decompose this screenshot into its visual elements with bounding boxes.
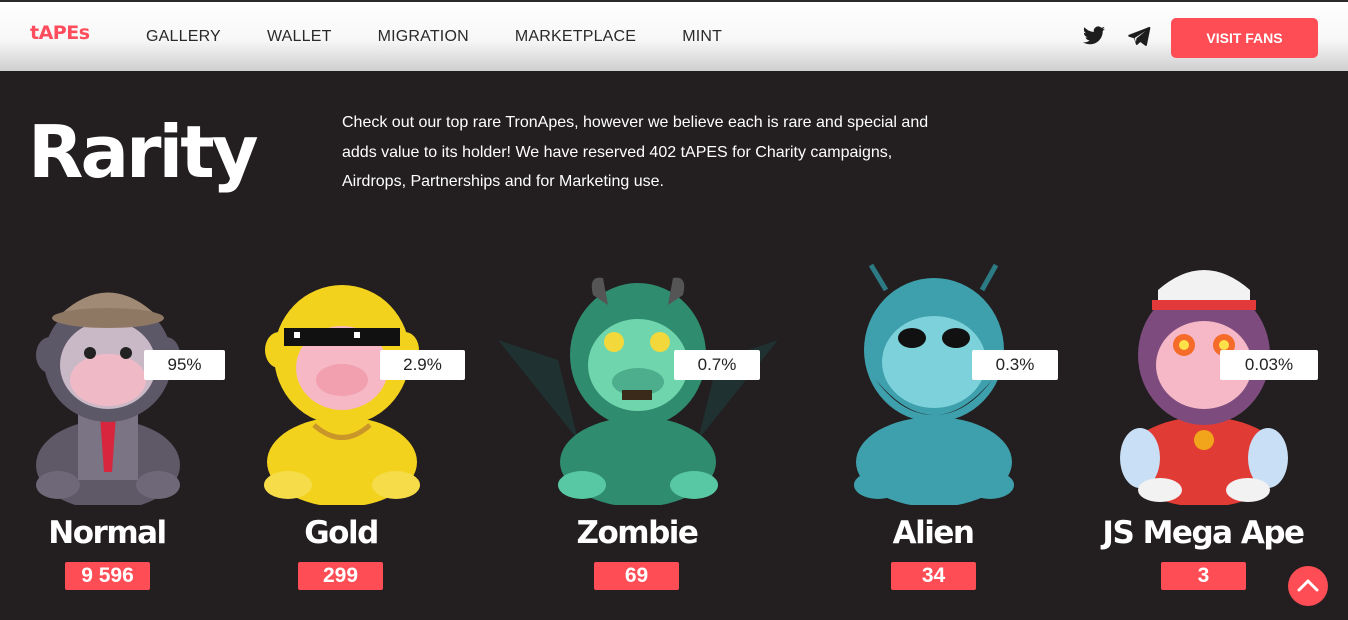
ape-name: Zombie bbox=[576, 515, 699, 551]
ape-card-gold: 2.9% Gold 299 bbox=[234, 250, 484, 595]
ape-card-js-mega-ape: 0.03% JS Mega Ape 3 bbox=[1096, 250, 1346, 595]
nav-link-marketplace[interactable]: MARKETPLACE bbox=[515, 28, 636, 46]
ape-card-zombie: 0.7% Zombie 69 bbox=[498, 250, 778, 595]
ape-name: JS Mega Ape bbox=[1102, 515, 1305, 551]
nav-link-migration[interactable]: MIGRATION bbox=[378, 28, 469, 46]
rarity-description: Check out our top rare TronApes, however… bbox=[342, 114, 929, 190]
ape-count-badge: 69 bbox=[594, 562, 679, 590]
chevron-up-icon bbox=[1297, 579, 1319, 592]
ape-name: Gold bbox=[304, 515, 379, 551]
twitter-icon[interactable] bbox=[1081, 24, 1107, 48]
rarity-percent: 95% bbox=[144, 350, 225, 380]
ape-count-badge: 34 bbox=[891, 562, 976, 590]
nav-link-mint[interactable]: MINT bbox=[682, 28, 722, 46]
rarity-percent: 0.3% bbox=[972, 350, 1058, 380]
visit-fans-button[interactable]: VISIT FANS bbox=[1171, 18, 1318, 58]
telegram-icon[interactable] bbox=[1126, 24, 1152, 48]
nav-link-wallet[interactable]: WALLET bbox=[267, 28, 332, 46]
rarity-percent: 0.7% bbox=[674, 350, 760, 380]
ape-count-badge: 299 bbox=[298, 562, 383, 590]
rarity-percent: 2.9% bbox=[380, 350, 465, 380]
ape-card-alien: 0.3% Alien 34 bbox=[826, 250, 1076, 595]
ape-count-badge: 3 bbox=[1161, 562, 1246, 590]
brand-logo[interactable]: tAPEs bbox=[30, 22, 90, 44]
page-title: Rarity bbox=[28, 110, 259, 194]
rarity-percent: 0.03% bbox=[1220, 350, 1318, 380]
ape-count-badge: 9 596 bbox=[65, 562, 150, 590]
top-navbar: tAPEs GALLERY WALLET MIGRATION MARKETPLA… bbox=[0, 0, 1348, 71]
scroll-to-top-button[interactable] bbox=[1288, 566, 1328, 606]
nav-links: GALLERY WALLET MIGRATION MARKETPLACE MIN… bbox=[146, 28, 768, 46]
nav-link-gallery[interactable]: GALLERY bbox=[146, 28, 221, 46]
